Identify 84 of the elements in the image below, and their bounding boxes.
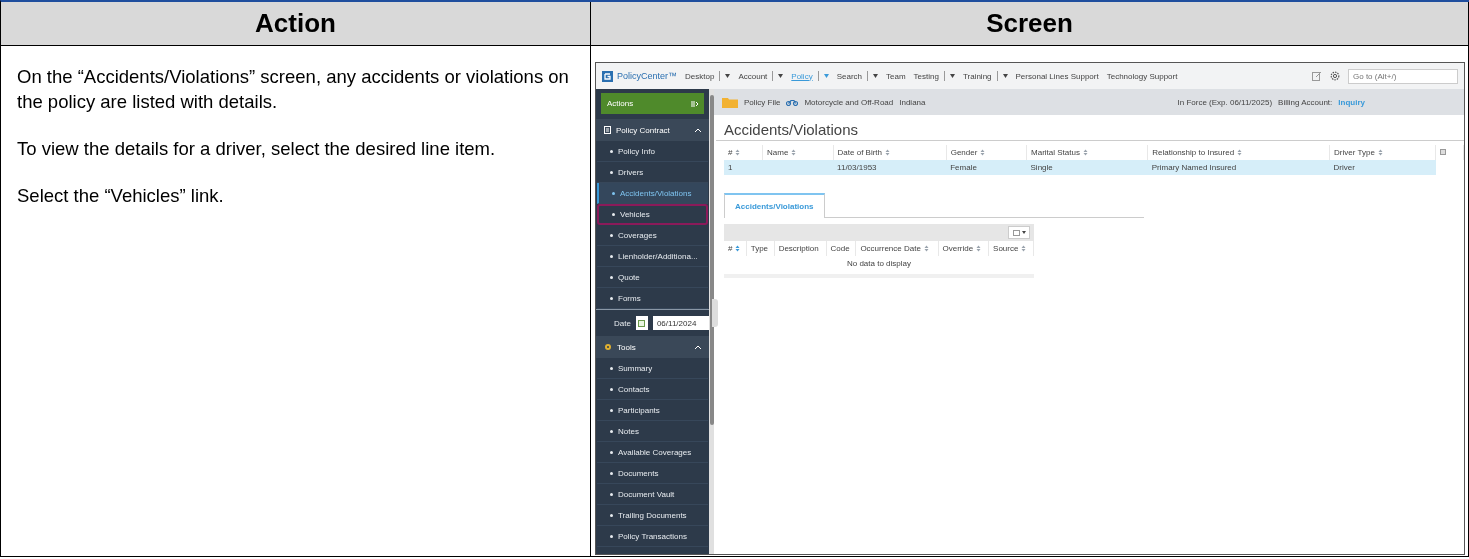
sidebar-item[interactable]: Forms xyxy=(597,288,708,309)
table-row[interactable]: 1 11/03/1953 Female Single Primary Named Insured Driver xyxy=(724,160,1464,175)
motorcycle-icon xyxy=(786,98,799,106)
sidebar-item[interactable]: Available Coverages xyxy=(597,442,708,463)
sidebar-section-header[interactable]: Policy Contract xyxy=(596,119,709,141)
settings-icon[interactable] xyxy=(1330,71,1340,81)
sidebar-item[interactable]: Quote xyxy=(597,267,708,288)
sort-icon[interactable] xyxy=(1237,149,1243,157)
caret-icon[interactable] xyxy=(949,74,955,78)
billing-account-label: Billing Account: xyxy=(1278,97,1333,107)
sidebar-item[interactable]: Coverages xyxy=(597,225,708,246)
section-label: Tools xyxy=(617,342,636,352)
sort-icon[interactable] xyxy=(885,149,891,157)
sort-icon[interactable] xyxy=(735,245,741,253)
table-cell: Driver xyxy=(1333,163,1355,172)
sort-icon[interactable] xyxy=(735,149,741,157)
chevron-icon[interactable] xyxy=(695,128,701,132)
page-title: Accidents/Violations xyxy=(716,115,1464,141)
date-field[interactable]: 06/11/2024 xyxy=(652,316,709,330)
calendar-icon[interactable] xyxy=(638,319,646,327)
empty-message: No data to display xyxy=(724,256,1034,278)
actions-button[interactable]: Actions xyxy=(601,93,704,114)
caret-icon[interactable] xyxy=(873,74,878,78)
tools-icon xyxy=(604,343,612,351)
sidebar-item[interactable]: Vehicles xyxy=(597,204,708,225)
table-cell: 11/03/1953 xyxy=(837,163,877,172)
sort-icon[interactable] xyxy=(1082,149,1088,157)
table-cell: Primary Named Insured xyxy=(1151,163,1237,172)
nav-menu-item[interactable]: Training xyxy=(962,71,1008,81)
sidebar-item[interactable]: Policy Transactions xyxy=(597,526,708,547)
search-field[interactable]: Go to (Alt+/) xyxy=(1348,68,1458,84)
logo-icon xyxy=(602,70,613,82)
sidebar-item[interactable]: Contacts xyxy=(597,379,708,400)
sort-icon[interactable] xyxy=(791,149,797,157)
sidebar-item[interactable]: Document Vault xyxy=(597,484,708,505)
sidebar-item[interactable]: Policy Info xyxy=(597,141,708,162)
nav-menu-item[interactable]: Account xyxy=(738,71,784,81)
sort-icon[interactable] xyxy=(1021,245,1027,253)
nav-menu-item[interactable]: Personal Lines Support xyxy=(1015,71,1099,81)
chevron-icon[interactable] xyxy=(695,345,701,349)
caret-icon[interactable] xyxy=(778,74,784,78)
instruction-text: On the “Accidents/Violations” screen, any accidents or violations on the policy are listed with details. xyxy=(17,65,570,114)
column-menu-icon[interactable] xyxy=(1440,149,1447,155)
instruction-text: To view the details for a driver, select the desired line item. xyxy=(17,137,497,161)
nav-menu-item[interactable]: Testing xyxy=(913,71,955,81)
column-heading: Action xyxy=(1,2,591,46)
nav-menu-item[interactable]: Search xyxy=(836,71,878,81)
nav-menu-item[interactable]: Team xyxy=(886,71,906,81)
policy-file-label: Policy File xyxy=(744,97,781,107)
state-label: Indiana xyxy=(899,97,926,107)
date-label: Date xyxy=(614,318,631,328)
columns-icon xyxy=(1012,229,1020,236)
column-heading: Screen xyxy=(591,2,1469,46)
folder-icon xyxy=(722,96,738,108)
sort-icon[interactable] xyxy=(980,149,986,157)
document-icon xyxy=(604,126,611,134)
sidebar-item[interactable]: Lienholder/Additiona... xyxy=(597,246,708,267)
caret-icon[interactable] xyxy=(725,74,731,78)
sidebar-item[interactable]: Participants xyxy=(597,400,708,421)
column-picker-button[interactable] xyxy=(1008,226,1030,239)
table-cell: Single xyxy=(1030,163,1053,172)
instruction-text: Select the “Vehicles” link. xyxy=(17,184,225,208)
section-label: Policy Contract xyxy=(616,125,670,135)
splitter-handle[interactable] xyxy=(712,299,718,327)
scrollbar[interactable] xyxy=(709,95,714,425)
nav-menu-item[interactable]: Desktop xyxy=(685,71,731,81)
sidebar-item[interactable]: Trailing Documents xyxy=(597,505,708,526)
app-logo-text: PolicyCenter™ xyxy=(617,71,678,81)
caret-icon[interactable] xyxy=(1002,74,1008,78)
sidebar-item[interactable]: Documents xyxy=(597,463,708,484)
product-label: Motorcycle and Off-Road xyxy=(804,97,894,107)
policy-status: In Force (Exp. 06/11/2025) xyxy=(1177,97,1273,107)
sidebar-section-header[interactable]: Tools xyxy=(596,336,709,358)
sidebar-item[interactable]: Accidents/Violations xyxy=(597,183,708,204)
edit-icon[interactable] xyxy=(1312,71,1322,81)
sort-icon[interactable] xyxy=(976,245,982,253)
sidebar-item[interactable]: Notes xyxy=(597,421,708,442)
nav-menu-item[interactable]: Technology Support xyxy=(1106,71,1178,81)
sort-icon[interactable] xyxy=(923,245,929,253)
sort-icon[interactable] xyxy=(1377,149,1383,157)
table-cell: 1 xyxy=(728,163,733,172)
table-cell: Female xyxy=(950,163,977,172)
caret-icon xyxy=(1021,231,1026,234)
sidebar-item[interactable]: Summary xyxy=(597,358,708,379)
